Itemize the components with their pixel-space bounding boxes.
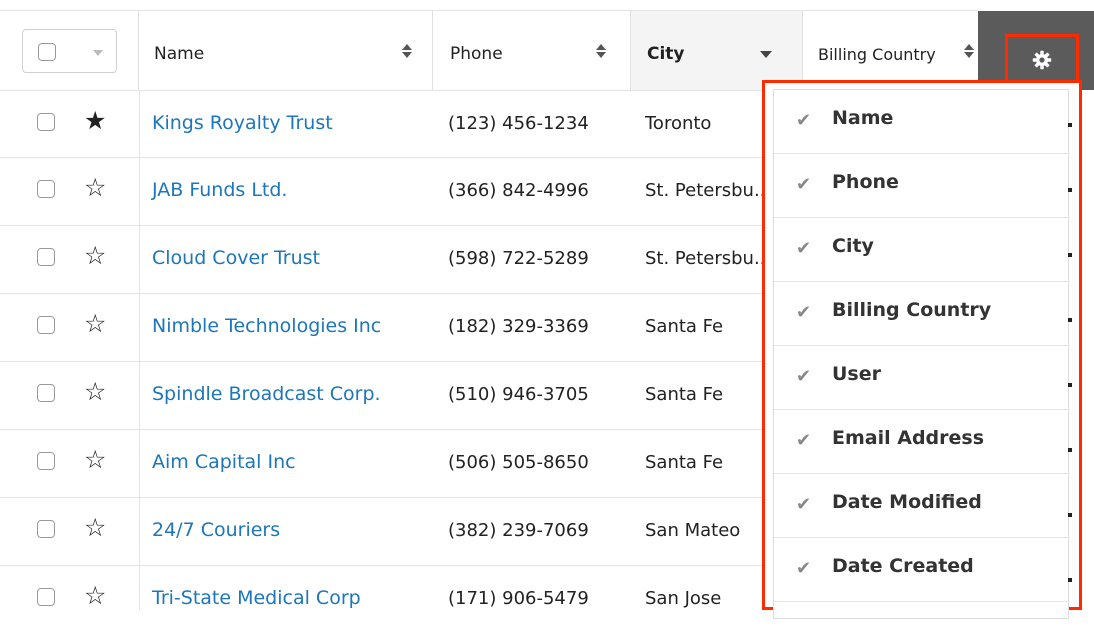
column-option-email-address[interactable]: ✔ Email Address	[774, 410, 1070, 474]
column-option-phone[interactable]: ✔ Phone	[774, 154, 1070, 218]
record-phone: (366) 842-4996	[448, 180, 589, 201]
column-header-label: City	[647, 44, 685, 64]
row-checkbox[interactable]	[37, 113, 55, 131]
column-option-label: Phone	[832, 171, 899, 193]
favorite-star-icon[interactable]: ☆	[84, 513, 106, 543]
column-header-phone[interactable]: Phone	[433, 11, 631, 90]
record-city: Santa Fe	[645, 384, 724, 405]
sort-icon[interactable]	[402, 41, 412, 61]
row-action-marker	[1068, 448, 1072, 452]
record-city: St. Petersbu...	[645, 248, 765, 269]
column-option-user[interactable]: ✔ User	[774, 346, 1070, 410]
row-action-marker	[1068, 188, 1072, 192]
record-phone: (510) 946-3705	[448, 384, 589, 405]
row-checkbox[interactable]	[37, 588, 55, 606]
record-city: San Mateo	[645, 520, 741, 541]
column-header-name[interactable]: Name	[139, 11, 433, 90]
record-name-link[interactable]: Tri-State Medical Corp	[152, 587, 361, 609]
column-chooser-list: ✔ Name ✔ Phone ✔ City ✔ Billing Country …	[773, 89, 1070, 619]
sort-icon[interactable]	[596, 41, 606, 61]
favorite-star-icon[interactable]: ☆	[84, 173, 106, 203]
record-phone: (382) 239-7069	[448, 520, 589, 541]
column-settings-button[interactable]	[1005, 34, 1079, 84]
column-header-city[interactable]: City	[631, 11, 803, 90]
column-header-billing-country[interactable]: Billing Country	[803, 11, 978, 90]
record-name-link[interactable]: 24/7 Couriers	[152, 519, 280, 541]
check-icon: ✔	[796, 430, 812, 451]
check-icon: ✔	[796, 302, 812, 323]
record-name-link[interactable]: Kings Royalty Trust	[152, 112, 333, 134]
row-checkbox[interactable]	[37, 180, 55, 198]
record-city: Santa Fe	[645, 452, 724, 473]
check-icon: ✔	[796, 494, 812, 515]
check-icon: ✔	[796, 110, 812, 131]
favorite-star-filled-icon[interactable]: ★	[84, 106, 106, 136]
header-actions-cell	[0, 11, 139, 90]
favorite-star-icon[interactable]: ☆	[84, 241, 106, 271]
sort-descending-icon[interactable]	[760, 51, 772, 58]
record-name-link[interactable]: Spindle Broadcast Corp.	[152, 383, 381, 405]
row-action-marker	[1068, 383, 1072, 387]
row-checkbox[interactable]	[37, 316, 55, 334]
record-city: St. Petersbu...	[645, 180, 765, 201]
column-option-label: User	[832, 363, 881, 385]
column-option-label: Name	[832, 107, 894, 129]
record-city: San Jose	[645, 588, 722, 609]
record-phone: (182) 329-3369	[448, 316, 589, 337]
column-header-label: Name	[154, 44, 205, 64]
record-name-link[interactable]: Nimble Technologies Inc	[152, 315, 381, 337]
row-checkbox[interactable]	[37, 384, 55, 402]
row-checkbox[interactable]	[37, 452, 55, 470]
check-icon: ✔	[796, 238, 812, 259]
record-city: Toronto	[645, 113, 712, 134]
row-checkbox[interactable]	[37, 248, 55, 266]
check-icon: ✔	[796, 366, 812, 387]
sort-icon[interactable]	[964, 41, 974, 61]
check-icon: ✔	[796, 558, 812, 579]
row-actions-edge	[1082, 90, 1094, 610]
row-checkbox[interactable]	[37, 520, 55, 538]
record-phone: (598) 722-5289	[448, 248, 589, 269]
record-phone: (171) 906-5479	[448, 588, 589, 609]
column-option-date-created[interactable]: ✔ Date Created	[774, 538, 1070, 602]
mass-select-dropdown[interactable]	[22, 29, 117, 73]
gear-icon	[1032, 50, 1052, 70]
column-option-label: Email Address	[832, 427, 985, 449]
column-option-billing-country[interactable]: ✔ Billing Country	[774, 282, 1070, 346]
row-action-marker	[1068, 253, 1072, 257]
column-option-label: City	[832, 235, 874, 257]
row-action-marker	[1068, 123, 1072, 127]
check-icon: ✔	[796, 174, 812, 195]
record-name-link[interactable]: JAB Funds Ltd.	[152, 179, 287, 201]
favorite-star-icon[interactable]: ☆	[84, 445, 106, 475]
record-phone: (123) 456-1234	[448, 113, 589, 134]
column-header-label: Billing Country	[818, 45, 936, 64]
select-all-checkbox[interactable]	[38, 43, 56, 61]
favorite-star-icon[interactable]: ☆	[84, 309, 106, 339]
row-action-marker	[1068, 513, 1072, 517]
chevron-down-icon[interactable]	[93, 50, 103, 56]
row-action-marker	[1068, 318, 1072, 322]
column-option-label: Date Modified	[832, 491, 982, 513]
column-option-label: Date Created	[832, 555, 974, 577]
record-name-link[interactable]: Aim Capital Inc	[152, 451, 296, 473]
favorite-star-icon[interactable]: ☆	[84, 377, 106, 407]
column-option-name[interactable]: ✔ Name	[774, 90, 1070, 154]
record-name-link[interactable]: Cloud Cover Trust	[152, 247, 320, 269]
favorite-star-icon[interactable]: ☆	[84, 581, 106, 611]
record-city: Santa Fe	[645, 316, 724, 337]
row-action-marker	[1068, 578, 1072, 582]
record-phone: (506) 505-8650	[448, 452, 589, 473]
column-option-city[interactable]: ✔ City	[774, 218, 1070, 282]
column-chooser-dropdown: ✔ Name ✔ Phone ✔ City ✔ Billing Country …	[762, 80, 1082, 619]
column-header-label: Phone	[450, 44, 503, 64]
column-option-date-modified[interactable]: ✔ Date Modified	[774, 474, 1070, 538]
list-header: Name Phone City Billing Country	[0, 11, 1094, 90]
column-option-label: Billing Country	[832, 299, 992, 321]
